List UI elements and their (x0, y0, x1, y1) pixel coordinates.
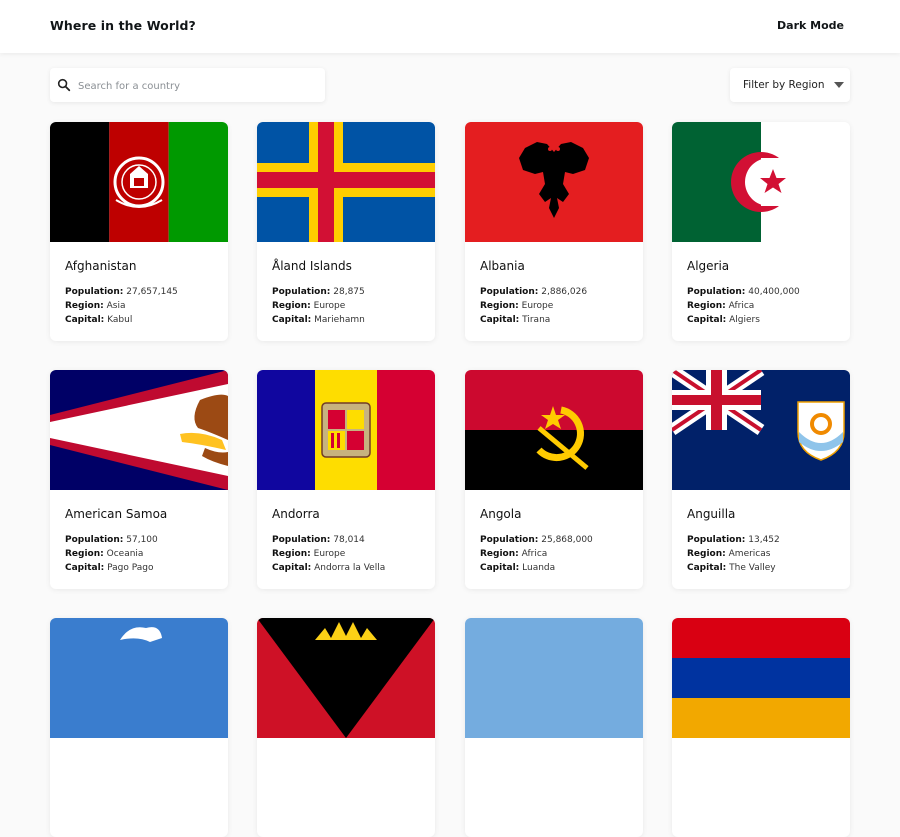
country-info: Population: 28,875 Region: Europe Capita… (272, 285, 365, 327)
population-label: Population: (687, 287, 746, 297)
capital-label: Capital: (687, 563, 727, 573)
country-name: Åland Islands (272, 259, 352, 273)
population-label: Population: (272, 535, 331, 545)
flag-argentina (465, 618, 643, 738)
population-value: 57,100 (126, 535, 158, 545)
country-info: Population: 78,014 Region: Europe Capita… (272, 533, 385, 575)
chevron-down-icon (834, 82, 844, 88)
population-value: 2,886,026 (541, 287, 588, 297)
country-card[interactable] (50, 618, 228, 837)
population-value: 27,657,145 (126, 287, 178, 297)
capital-value: Luanda (522, 563, 556, 573)
country-name: Albania (480, 259, 525, 273)
population-label: Population: (687, 535, 746, 545)
population-label: Population: (272, 287, 331, 297)
region-label: Region: (687, 549, 726, 559)
region-label: Region: (65, 301, 104, 311)
capital-value: Pago Pago (107, 563, 154, 573)
region-value: Europe (313, 549, 346, 559)
region-label: Region: (687, 301, 726, 311)
country-card[interactable]: American Samoa Population: 57,100 Region… (50, 370, 228, 589)
country-name: Anguilla (687, 507, 736, 521)
country-info: Population: 2,886,026 Region: Europe Cap… (480, 285, 587, 327)
capital-value: Tirana (522, 315, 551, 325)
region-value: Americas (728, 549, 771, 559)
region-label: Region: (272, 549, 311, 559)
capital-value: Mariehamn (314, 315, 365, 325)
capital-value: Andorra la Vella (314, 563, 386, 573)
population-value: 25,868,000 (541, 535, 593, 545)
region-value: Oceania (106, 549, 144, 559)
capital-value: The Valley (729, 563, 776, 573)
dark-mode-toggle[interactable]: Dark Mode (777, 19, 844, 32)
flag-andorra (257, 370, 435, 490)
search-box[interactable] (50, 68, 325, 104)
population-value: 40,400,000 (748, 287, 800, 297)
population-label: Population: (480, 287, 539, 297)
capital-value: Algiers (729, 315, 760, 325)
flag-american-samoa (50, 370, 228, 490)
capital-label: Capital: (65, 563, 105, 573)
country-card[interactable]: Albania Population: 2,886,026 Region: Eu… (465, 122, 643, 341)
population-value: 28,875 (333, 287, 365, 297)
country-name: American Samoa (65, 507, 168, 521)
capital-label: Capital: (272, 563, 312, 573)
country-info: Population: 40,400,000 Region: Africa Ca… (687, 285, 800, 327)
capital-label: Capital: (272, 315, 312, 325)
country-card[interactable] (672, 618, 850, 837)
country-name: Algeria (687, 259, 730, 273)
region-label: Region: (480, 301, 519, 311)
country-info: Population: 13,452 Region: Americas Capi… (687, 533, 780, 575)
region-value: Asia (106, 301, 126, 311)
country-card[interactable] (257, 618, 435, 837)
flag-anguilla (672, 370, 850, 490)
region-filter-dropdown[interactable]: Filter by Region (730, 68, 850, 102)
country-card[interactable] (465, 618, 643, 837)
population-value: 78,014 (333, 535, 365, 545)
country-name: Angola (480, 507, 522, 521)
country-info: Population: 57,100 Region: Oceania Capit… (65, 533, 158, 575)
flag-albania (465, 122, 643, 242)
region-value: Europe (521, 301, 554, 311)
country-card[interactable]: Afghanistan Population: 27,657,145 Regio… (50, 122, 228, 341)
country-card[interactable]: Andorra Population: 78,014 Region: Europ… (257, 370, 435, 589)
population-label: Population: (65, 535, 124, 545)
country-info: Population: 27,657,145 Region: Asia Capi… (65, 285, 178, 327)
search-input[interactable] (76, 68, 320, 104)
header-bar: Where in the World? Dark Mode (0, 0, 900, 53)
filter-label: Filter by Region (743, 79, 825, 91)
population-label: Population: (480, 535, 539, 545)
region-value: Africa (521, 549, 548, 559)
region-value: Europe (313, 301, 346, 311)
country-card[interactable]: Algeria Population: 40,400,000 Region: A… (672, 122, 850, 341)
country-info: Population: 25,868,000 Region: Africa Ca… (480, 533, 593, 575)
flag-antarctica (50, 618, 228, 738)
region-label: Region: (272, 301, 311, 311)
country-name: Afghanistan (65, 259, 137, 273)
population-value: 13,452 (748, 535, 780, 545)
search-icon (57, 78, 71, 92)
capital-label: Capital: (480, 563, 520, 573)
region-value: Africa (728, 301, 755, 311)
country-name: Andorra (272, 507, 320, 521)
population-label: Population: (65, 287, 124, 297)
region-label: Region: (480, 549, 519, 559)
region-label: Region: (65, 549, 104, 559)
flag-antigua-and-barbuda (257, 618, 435, 738)
capital-label: Capital: (65, 315, 105, 325)
capital-label: Capital: (480, 315, 520, 325)
flag-algeria (672, 122, 850, 242)
country-card[interactable]: Åland Islands Population: 28,875 Region:… (257, 122, 435, 341)
app-title: Where in the World? (50, 18, 196, 33)
country-card[interactable]: Anguilla Population: 13,452 Region: Amer… (672, 370, 850, 589)
flag-angola (465, 370, 643, 490)
flag-aland-islands (257, 122, 435, 242)
flag-afghanistan (50, 122, 228, 242)
capital-label: Capital: (687, 315, 727, 325)
flag-armenia (672, 618, 850, 738)
country-card[interactable]: Angola Population: 25,868,000 Region: Af… (465, 370, 643, 589)
capital-value: Kabul (107, 315, 133, 325)
